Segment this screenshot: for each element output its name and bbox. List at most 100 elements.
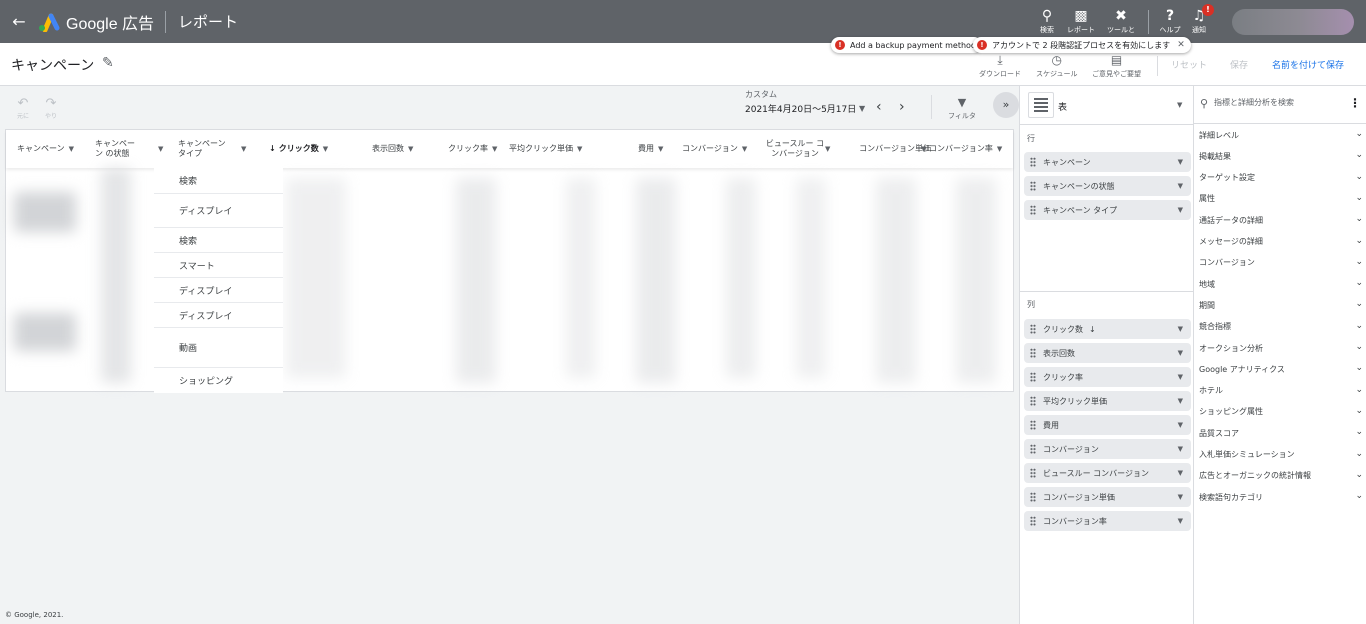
caret-down-icon[interactable]: ▼ (158, 130, 163, 168)
header-clicks[interactable]: ↓ クリック数 ▼ (269, 130, 328, 168)
metric-category-quality-score[interactable]: 品質スコア ⌄ (1199, 423, 1363, 443)
caret-down-icon[interactable]: ▼ (1178, 493, 1183, 501)
reset-button[interactable]: リセット (1171, 58, 1207, 71)
section-divider (1020, 291, 1193, 292)
metric-category-hotel[interactable]: ホテル ⌄ (1199, 381, 1363, 401)
caret-down-icon[interactable]: ▼ (1178, 349, 1183, 357)
header-cost-per-conversion[interactable]: コンバージョン単価 (843, 130, 931, 168)
caret-down-icon[interactable]: ▼ (1178, 445, 1183, 453)
drag-handle-icon[interactable] (1030, 372, 1036, 382)
backup-payment-notice[interactable]: ! Add a backup payment method (831, 37, 983, 53)
column-chip-cost-per-conversion[interactable]: コンバージョン単価 ▼ (1024, 487, 1191, 507)
drag-handle-icon[interactable] (1030, 468, 1036, 478)
drag-handle-icon[interactable] (1030, 181, 1036, 191)
close-icon[interactable]: ✕ (1177, 40, 1185, 50)
drag-handle-icon[interactable] (1030, 205, 1036, 215)
column-chip-avg-cpc[interactable]: 平均クリック単価 ▼ (1024, 391, 1191, 411)
header-campaign-status[interactable]: キャンペーン の状態 (95, 130, 139, 168)
column-chip-impressions[interactable]: 表示回数 ▼ (1024, 343, 1191, 363)
caret-down-icon[interactable]: ▼ (241, 130, 246, 168)
chevron-down-icon: ⌄ (1355, 320, 1363, 331)
caret-down-icon[interactable]: ▼ (1178, 469, 1183, 477)
metric-category-detail-level[interactable]: 詳細レベル ⌄ (1199, 125, 1363, 145)
drag-handle-icon[interactable] (1030, 157, 1036, 167)
metrics-search-input[interactable] (1214, 98, 1344, 107)
header-avg-cpc[interactable]: 平均クリック単価 ▼ (509, 130, 583, 168)
metric-category-message-details[interactable]: メッセージの詳細 ⌄ (1199, 232, 1363, 252)
column-chip-conversion-rate[interactable]: コンバージョン率 ▼ (1024, 511, 1191, 531)
caret-down-icon[interactable]: ▼ (1178, 397, 1183, 405)
date-range-picker[interactable]: 2021年4月20日～5月17日 (745, 102, 856, 115)
metric-category-targeting[interactable]: ターゲット設定 ⌄ (1199, 168, 1363, 188)
back-arrow-icon[interactable]: ← (0, 0, 38, 43)
metric-category-google-analytics[interactable]: Google アナリティクス ⌄ (1199, 359, 1363, 379)
more-vert-icon[interactable]: ⋮ (1349, 96, 1361, 110)
header-campaign[interactable]: キャンペーン ▼ (17, 130, 74, 168)
drag-handle-icon[interactable] (1030, 348, 1036, 358)
header-conversion-rate[interactable]: コンバージョン率 ▼ (929, 130, 1002, 168)
drag-handle-icon[interactable] (1030, 444, 1036, 454)
metric-category-search-term-category[interactable]: 検索語句カテゴリ ⌄ (1199, 487, 1363, 507)
visualization-select[interactable]: 表 ▼ (1020, 86, 1193, 125)
feedback-button[interactable]: ▤ ご意見やご要望 (1092, 53, 1141, 79)
caret-down-icon[interactable]: ▼ (921, 130, 926, 168)
row-chip-campaign-type[interactable]: キャンペーン タイプ ▼ (1024, 200, 1191, 220)
drag-handle-icon[interactable] (1030, 324, 1036, 334)
column-chip-cost[interactable]: 費用 ▼ (1024, 415, 1191, 435)
save-as-button[interactable]: 名前を付けて保存 (1272, 58, 1344, 71)
two-step-notice[interactable]: ! アカウントで 2 段階認証プロセスを有効にします ✕ (973, 37, 1191, 53)
metric-category-competitive-metrics[interactable]: 競合指標 ⌄ (1199, 317, 1363, 337)
header-conversions[interactable]: コンバージョン ▼ (682, 130, 747, 168)
clock-icon: ◷ (1051, 53, 1062, 67)
caret-down-icon[interactable]: ▼ (1178, 421, 1183, 429)
header-ctr[interactable]: クリック率 ▼ (448, 130, 497, 168)
account-avatar[interactable] (1232, 9, 1354, 35)
caret-down-icon[interactable]: ▼ (1178, 325, 1183, 333)
header-cost[interactable]: 費用 ▼ (638, 130, 663, 168)
metric-category-conversions[interactable]: コンバージョン ⌄ (1199, 253, 1363, 273)
save-button[interactable]: 保存 (1230, 58, 1248, 71)
metric-category-time[interactable]: 期間 ⌄ (1199, 295, 1363, 315)
chevron-down-icon: ⌄ (1355, 448, 1363, 459)
drag-handle-icon[interactable] (1030, 492, 1036, 502)
caret-down-icon[interactable]: ▼ (825, 130, 830, 168)
drag-handle-icon[interactable] (1030, 516, 1036, 526)
caret-down-icon[interactable]: ▼ (859, 104, 865, 113)
pencil-icon[interactable]: ✎ (102, 55, 114, 71)
redo-button[interactable]: ↷ やり (45, 97, 57, 120)
metric-category-location[interactable]: 地域 ⌄ (1199, 274, 1363, 294)
undo-button[interactable]: ↶ 元に (17, 97, 29, 120)
metrics-panel: ⚲ ⋮ 詳細レベル⌄掲載結果⌄ターゲット設定⌄属性⌄通話データの詳細⌄メッセージ… (1194, 86, 1366, 624)
column-chip-view-through-conversions[interactable]: ビュースルー コンバージョン ▼ (1024, 463, 1191, 483)
caret-down-icon[interactable]: ▼ (1178, 206, 1183, 214)
download-button[interactable]: ⤓ ダウンロード (979, 53, 1021, 79)
caret-down-icon[interactable]: ▼ (1178, 373, 1183, 381)
metric-category-call-details[interactable]: 通話データの詳細 ⌄ (1199, 210, 1363, 230)
collapse-panel-button[interactable]: » (993, 92, 1019, 118)
row-chip-campaign-status[interactable]: キャンペーンの状態 ▼ (1024, 176, 1191, 196)
metric-category-paid-organic[interactable]: 広告とオーガニックの統計情報 ⌄ (1199, 466, 1363, 486)
metric-category-performance[interactable]: 掲載結果 ⌄ (1199, 146, 1363, 166)
drag-handle-icon[interactable] (1030, 420, 1036, 430)
header-view-through-conversions[interactable]: ビュースルー コンバージョン (764, 130, 826, 168)
metric-category-auction-insights[interactable]: オークション分析 ⌄ (1199, 338, 1363, 358)
chevron-down-icon: ⌄ (1355, 299, 1363, 310)
chevron-left-icon[interactable]: ‹ (876, 99, 882, 115)
caret-down-icon[interactable]: ▼ (1178, 517, 1183, 525)
filter-button[interactable]: ▼ フィルタ (948, 96, 976, 121)
caret-down-icon[interactable]: ▼ (1178, 182, 1183, 190)
metric-category-bid-simulator[interactable]: 入札単価シミュレーション ⌄ (1199, 445, 1363, 465)
metric-category-shopping-attributes[interactable]: ショッピング属性 ⌄ (1199, 402, 1363, 422)
column-chip-clicks[interactable]: クリック数 ↓ ▼ (1024, 319, 1191, 339)
chevron-down-icon: ⌄ (1355, 214, 1363, 225)
metric-category-attributes[interactable]: 属性 ⌄ (1199, 189, 1363, 209)
column-chip-conversions[interactable]: コンバージョン ▼ (1024, 439, 1191, 459)
schedule-button[interactable]: ◷ スケジュール (1036, 53, 1078, 79)
drag-handle-icon[interactable] (1030, 396, 1036, 406)
row-chip-campaign[interactable]: キャンペーン ▼ (1024, 152, 1191, 172)
chevron-right-icon[interactable]: › (899, 99, 905, 115)
header-impressions[interactable]: 表示回数 ▼ (372, 130, 413, 168)
column-chip-ctr[interactable]: クリック率 ▼ (1024, 367, 1191, 387)
header-campaign-type[interactable]: キャンペーン タイプ (178, 130, 228, 168)
caret-down-icon[interactable]: ▼ (1178, 158, 1183, 166)
